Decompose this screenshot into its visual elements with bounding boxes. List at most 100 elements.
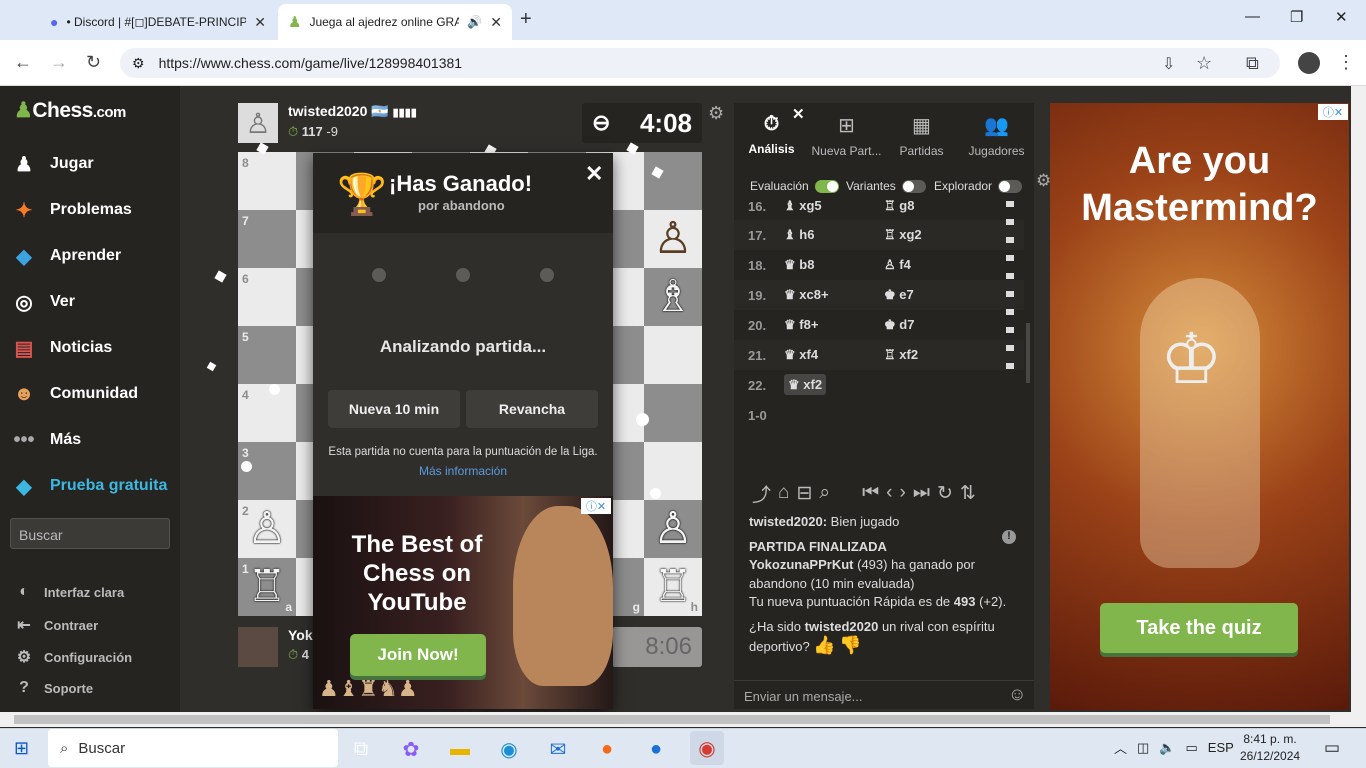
- thunderbird-icon[interactable]: ●: [643, 736, 669, 762]
- board-square[interactable]: [644, 326, 702, 384]
- board-square[interactable]: 8: [238, 152, 296, 210]
- avatar[interactable]: ♙: [238, 103, 278, 143]
- sidebar-contraer[interactable]: ⇤ Contraer: [14, 615, 98, 635]
- edge-icon[interactable]: ◉: [496, 736, 522, 762]
- sidebar-item-mas[interactable]: ••• Más: [10, 426, 81, 454]
- extensions-icon[interactable]: ⧉: [1246, 53, 1259, 74]
- message-input[interactable]: Enviar un mensaje...: [734, 680, 1034, 709]
- chess-piece[interactable]: ♗: [644, 268, 702, 326]
- task-view-icon[interactable]: ⧉: [348, 736, 374, 762]
- move-list-scrollbar[interactable]: [1026, 323, 1030, 383]
- new-game-button[interactable]: Nueva 10 min: [328, 390, 460, 428]
- chess-piece[interactable]: ♙: [644, 500, 702, 558]
- next-move-icon[interactable]: ›: [900, 482, 906, 504]
- sidebar-item-aprender[interactable]: ◆ Aprender: [10, 242, 121, 270]
- menu-icon[interactable]: ⋮: [1337, 52, 1355, 73]
- ad-choices-icon[interactable]: ⓘ✕: [581, 498, 611, 514]
- info-icon[interactable]: !: [1002, 530, 1016, 544]
- firefox-icon[interactable]: ●: [594, 736, 620, 762]
- forward-icon[interactable]: →: [50, 52, 68, 73]
- thumbs-down-icon[interactable]: 👎: [839, 635, 861, 655]
- site-info-icon[interactable]: ⚙: [132, 55, 145, 72]
- close-icon[interactable]: ✕: [792, 105, 805, 123]
- board-square[interactable]: 4: [238, 384, 296, 442]
- board-square[interactable]: 7: [238, 210, 296, 268]
- move-white[interactable]: ♛ xf4: [784, 347, 884, 363]
- tab-nueva-partida[interactable]: ⊞ Nueva Part...: [809, 113, 884, 158]
- sidebar-soporte[interactable]: ? Soporte: [14, 679, 93, 697]
- reset-icon[interactable]: ↻: [937, 482, 953, 505]
- ad-choices-icon[interactable]: ⓘ✕: [1318, 104, 1348, 120]
- board-square[interactable]: 5: [238, 326, 296, 384]
- chess-piece[interactable]: ♖: [644, 558, 702, 616]
- move-white[interactable]: ♛ xc8+: [784, 287, 884, 303]
- sidebar-interfaz-clara[interactable]: ◐ Interfaz clara: [14, 583, 124, 601]
- youtube-ad[interactable]: The Best of Chess on YouTube Join Now! ⓘ…: [313, 496, 613, 709]
- windows-start-icon[interactable]: ⊞: [14, 738, 29, 759]
- prev-move-icon[interactable]: ‹: [886, 482, 892, 504]
- star-icon[interactable]: ☆: [1196, 53, 1212, 74]
- page-horizontal-scrollbar[interactable]: [0, 712, 1366, 727]
- board-square[interactable]: [644, 152, 702, 210]
- chess-piece[interactable]: ♖: [238, 558, 296, 616]
- move-white[interactable]: ♛ f8+: [784, 317, 884, 333]
- board-square[interactable]: ♗: [644, 268, 702, 326]
- board-square[interactable]: h ♖: [644, 558, 702, 616]
- sidebar-item-comunidad[interactable]: ☻ Comunidad: [10, 380, 138, 408]
- move-black[interactable]: ♚ e7: [884, 287, 984, 303]
- move-black[interactable]: ♖ g8: [884, 198, 984, 214]
- board-square[interactable]: [644, 384, 702, 442]
- take-quiz-button[interactable]: Take the quiz: [1100, 603, 1298, 653]
- emoji-icon[interactable]: ☺: [1008, 684, 1026, 705]
- tab-jugadores[interactable]: 👥 Jugadores: [959, 113, 1034, 158]
- chess-piece[interactable]: ♙: [644, 210, 702, 268]
- library-icon[interactable]: ⌂: [778, 482, 789, 504]
- file-explorer-icon[interactable]: ▬: [447, 736, 473, 762]
- flip-icon[interactable]: ⇅: [960, 482, 976, 505]
- chess-piece[interactable]: ♙: [238, 500, 296, 558]
- move-white[interactable]: ♝ h6: [784, 227, 884, 243]
- sidebar-configuracion[interactable]: ⚙ Configuración: [14, 647, 132, 667]
- system-clock[interactable]: 8:41 p. m. 26/12/2024: [1240, 731, 1300, 765]
- profile-avatar[interactable]: [1298, 52, 1320, 74]
- notification-icon[interactable]: ▭: [1324, 738, 1340, 758]
- install-icon[interactable]: ⇩: [1162, 54, 1175, 74]
- chrome-icon[interactable]: ◉: [690, 731, 724, 765]
- board-square[interactable]: 2 ♙: [238, 500, 296, 558]
- sidebar-item-jugar[interactable]: ♟ Jugar: [10, 150, 94, 178]
- close-icon[interactable]: ✕: [254, 14, 266, 31]
- page-vertical-scrollbar[interactable]: [1351, 86, 1366, 712]
- move-white[interactable]: ♝ xg5: [784, 198, 884, 214]
- minimize-icon[interactable]: —: [1245, 8, 1260, 25]
- taskbar-search[interactable]: ⌕ Buscar: [48, 729, 338, 767]
- more-info-link[interactable]: Más información: [313, 464, 613, 478]
- move-black[interactable]: ♙ f4: [884, 257, 984, 273]
- first-move-icon[interactable]: ⏮: [862, 482, 879, 504]
- share-icon[interactable]: ⤴: [752, 480, 771, 507]
- player-name[interactable]: Yok: [288, 627, 313, 643]
- panel-settings-icon[interactable]: ⚙: [1036, 171, 1051, 191]
- speaker-icon[interactable]: 🔊: [467, 15, 482, 29]
- copilot-icon[interactable]: ✿: [398, 736, 424, 762]
- url-field[interactable]: ⚙ https://www.chess.com/game/live/128998…: [120, 48, 1280, 78]
- move-black[interactable]: ♚ d7: [884, 317, 984, 333]
- move-white[interactable]: ♛ b8: [784, 257, 884, 273]
- reload-icon[interactable]: ↻: [86, 52, 101, 73]
- sidebar-item-ver[interactable]: ◎ Ver: [10, 288, 75, 316]
- rematch-button[interactable]: Revancha: [466, 390, 598, 428]
- back-icon[interactable]: ←: [14, 52, 32, 73]
- chess-logo[interactable]: ♟Chess.com: [14, 98, 126, 123]
- sidebar-item-noticias[interactable]: ▤ Noticias: [10, 334, 113, 362]
- move-black[interactable]: ♖ xf2: [884, 347, 984, 363]
- meet-icon[interactable]: ◫: [1137, 740, 1149, 756]
- board-square[interactable]: ♙: [644, 500, 702, 558]
- board-square[interactable]: ♙: [644, 210, 702, 268]
- sidebar-item-prueba[interactable]: ◆ Prueba gratuita: [10, 472, 167, 500]
- volume-icon[interactable]: 🔈: [1159, 740, 1175, 756]
- board-square[interactable]: 6: [238, 268, 296, 326]
- thumbs-up-icon[interactable]: 👍: [813, 635, 835, 655]
- mastermind-ad[interactable]: ♔ Are you Mastermind? Take the quiz ⓘ✕: [1050, 103, 1349, 710]
- download-icon[interactable]: ⊟: [797, 482, 813, 505]
- analyze-icon[interactable]: ⌕: [819, 482, 830, 504]
- move-white-selected[interactable]: ♛ xf2: [784, 374, 827, 395]
